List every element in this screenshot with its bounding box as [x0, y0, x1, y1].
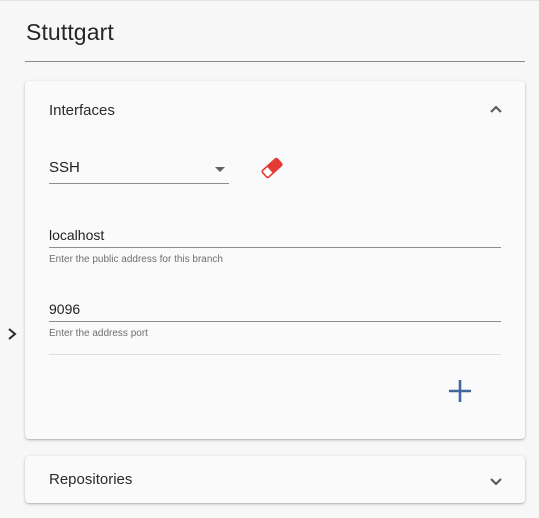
repositories-panel: Repositories — [25, 456, 525, 503]
address-field: Enter the public address for this branch — [49, 219, 501, 265]
protocol-select-value: SSH — [49, 159, 80, 176]
eraser-icon — [261, 157, 283, 179]
chevron-down-icon[interactable] — [487, 476, 505, 488]
port-hint: Enter the address port — [49, 328, 148, 339]
plus-icon — [449, 380, 471, 402]
title-divider — [25, 61, 525, 62]
add-interface-button[interactable] — [444, 375, 476, 407]
port-field: Enter the address port — [49, 293, 501, 339]
repositories-panel-header[interactable]: Repositories — [25, 456, 525, 503]
address-input[interactable] — [49, 219, 501, 248]
address-hint: Enter the public address for this branch — [49, 254, 223, 265]
chevron-right-icon — [8, 328, 17, 340]
port-input[interactable] — [49, 293, 501, 322]
repositories-panel-title: Repositories — [49, 471, 133, 488]
interfaces-panel: Interfaces SSH Enter the public address … — [25, 81, 525, 439]
top-edge-line — [0, 0, 539, 1]
protocol-select[interactable]: SSH — [49, 153, 229, 184]
interfaces-panel-header[interactable]: Interfaces — [25, 81, 525, 139]
page-title: Stuttgart — [26, 19, 114, 45]
chevron-up-icon[interactable] — [487, 103, 505, 115]
dropdown-caret-icon — [215, 167, 225, 172]
remove-interface-button[interactable] — [259, 155, 285, 181]
section-divider — [49, 354, 501, 355]
side-toggle-button[interactable] — [6, 326, 18, 342]
interfaces-panel-title: Interfaces — [49, 102, 115, 119]
